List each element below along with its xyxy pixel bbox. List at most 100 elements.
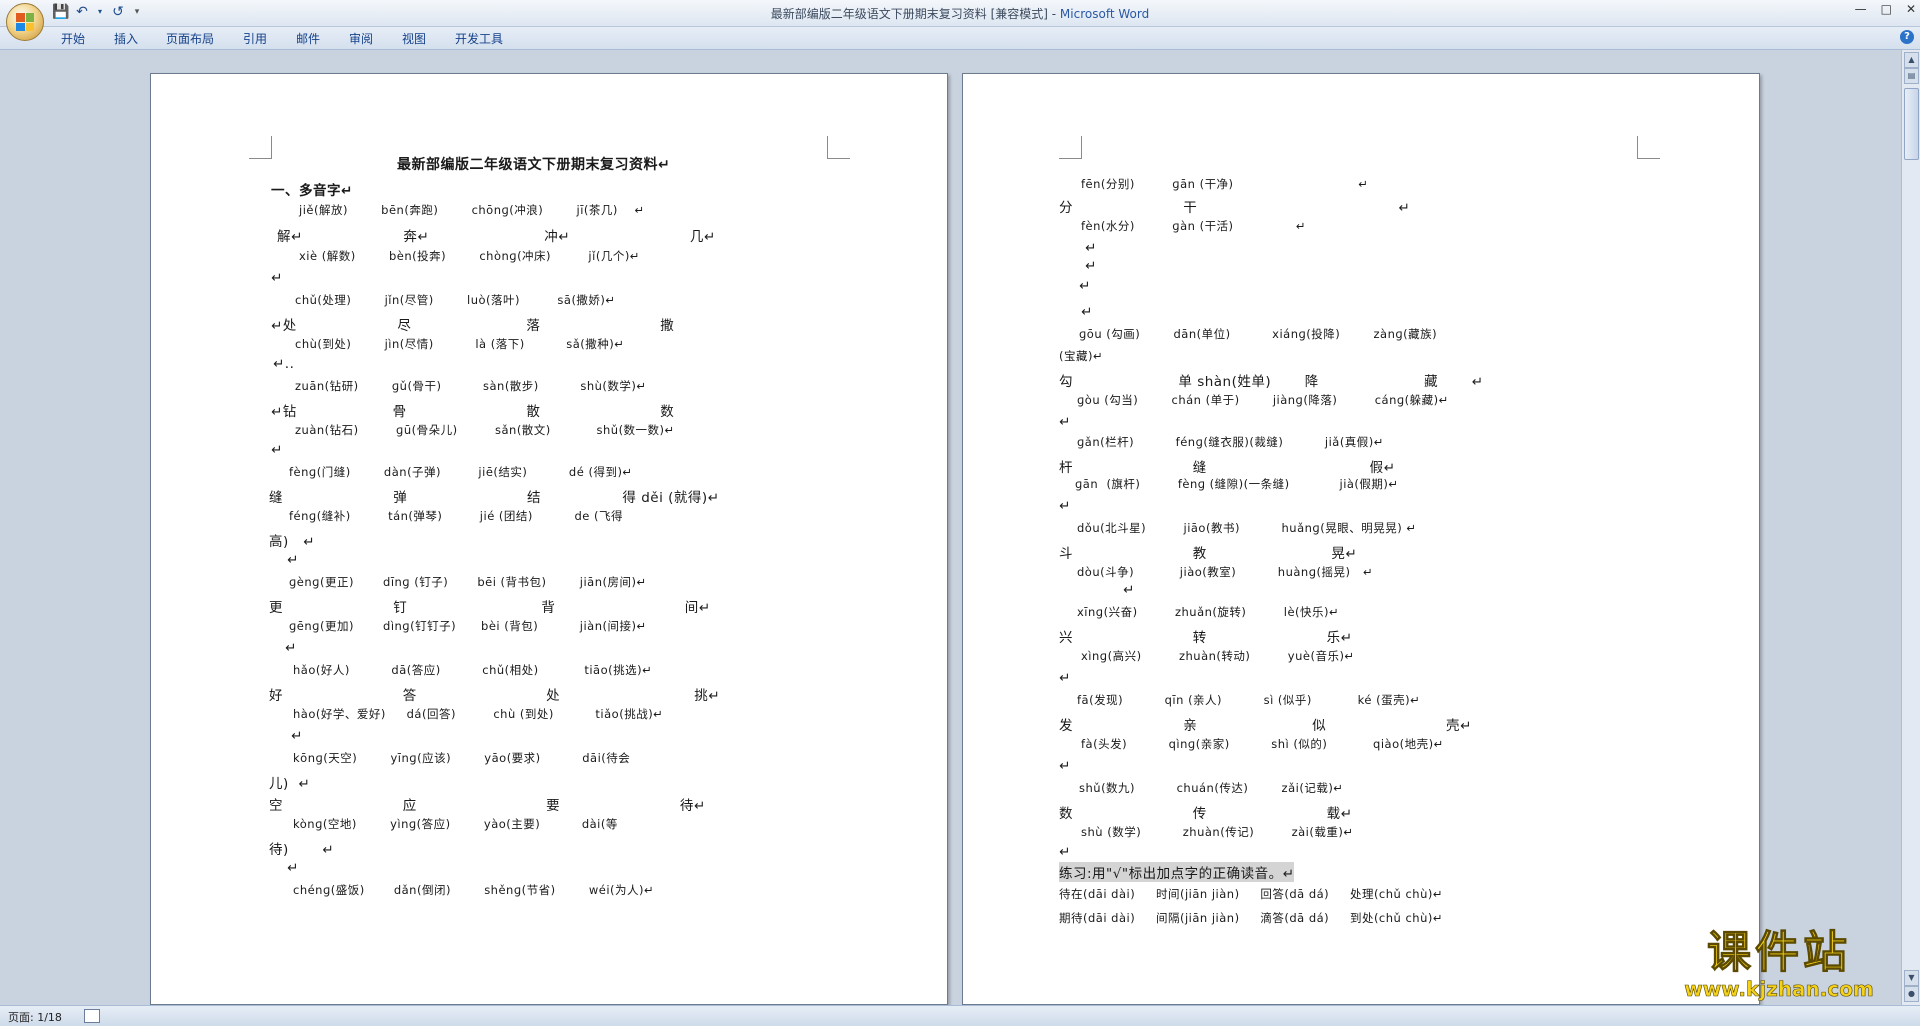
tab-home[interactable]: 开始: [61, 30, 85, 47]
document-line: 杆 缝 假↵: [1059, 460, 1396, 476]
document-line: fà(头发) qìnɡ(亲家) shì (似的) qiào(地壳)↵: [1081, 737, 1444, 751]
document-line: ↵: [1085, 258, 1097, 274]
document-line: ↵: [271, 270, 283, 286]
document-line: ↵钻 骨 散 数: [271, 404, 675, 420]
document-line: 勾 单 shàn(姓单) 降 藏 ↵: [1059, 374, 1484, 390]
document-line: ɡǎn(栏杆) fénɡ(缝衣服)(裁缝) jiǎ(真假)↵: [1077, 435, 1384, 449]
crop-mark: [1059, 136, 1082, 159]
document-line: chǔ(处理) jǐn(尽管) luò(落叶) sā(撒娇)↵: [295, 293, 616, 307]
document-line: ɡòu (勾当) chán (单于) jiànɡ(降落) cánɡ(躲藏)↵: [1077, 393, 1449, 407]
title-bar: 💾 ↶ ▾ ↺ ▾ 最新部编版二年级语文下册期末复习资料 [兼容模式] - Mi…: [0, 0, 1920, 41]
window-controls: — □ ✕: [1855, 2, 1916, 16]
document-line: fēn(分别) ɡān (干净) ↵: [1081, 177, 1369, 191]
crop-mark: [249, 136, 272, 159]
document-line: 最新部编版二年级语文下册期末复习资料↵: [397, 157, 671, 173]
office-button[interactable]: [6, 3, 44, 41]
tab-references[interactable]: 引用: [243, 30, 267, 47]
document-line: zuān(钻研) ɡǔ(骨干) sàn(散步) shù(数学)↵: [295, 379, 647, 393]
document-line: fènɡ(门缝) dàn(子弹) jiē(结实) dé (得到)↵: [289, 465, 633, 479]
tab-page-layout[interactable]: 页面布局: [166, 30, 214, 47]
ruler-toggle-icon[interactable]: ▤: [1904, 68, 1919, 84]
help-icon[interactable]: ?: [1900, 30, 1914, 44]
restore-icon[interactable]: □: [1881, 2, 1892, 16]
kjzhan-watermark-logo: 课件站 www.kjzhan.com: [1662, 927, 1896, 1001]
document-line: 一、多音字↵: [271, 183, 353, 199]
scroll-up-icon[interactable]: ▲: [1904, 52, 1919, 68]
document-line: fénɡ(缝补) tán(弹琴) jié (团结) de (飞得: [289, 509, 623, 523]
document-line: 斗 教 晃↵: [1059, 546, 1358, 562]
document-line: fèn(水分) ɡàn (干活) ↵: [1081, 219, 1307, 233]
vertical-scrollbar[interactable]: ▲ ▤ ▼ ●: [1901, 50, 1920, 1005]
document-line: jiě(解放) bēn(奔跑) chōnɡ(冲浪) jī(茶几) ↵: [299, 203, 645, 217]
document-line: ↵: [1123, 582, 1135, 598]
document-line: 分 干 ↵: [1059, 200, 1411, 216]
document-page-1[interactable]: 最新部编版二年级语文下册期末复习资料↵ 一、多音字↵ jiě(解放) bēn(奔跑)…: [150, 73, 948, 1005]
watermark-text: 课件站: [1707, 927, 1851, 978]
document-line: hǎo(好人) dā(答应) chǔ(相处) tiāo(挑选)↵: [293, 663, 653, 677]
document-line: dǒu(北斗星) jiāo(教书) huǎnɡ(晃眼、明晃晃) ↵: [1077, 521, 1417, 535]
document-line: 缝 弹 结 得 děi (就得)↵: [269, 490, 720, 506]
document-line: xīnɡ(兴奋) zhuǎn(旋转) lè(快乐)↵: [1077, 605, 1340, 619]
browse-object-icon[interactable]: ●: [1904, 986, 1919, 1002]
office-logo-icon: [16, 13, 34, 31]
document-line: ↵: [1059, 498, 1071, 514]
app-name: Microsoft Word: [1059, 7, 1150, 21]
document-line: 空 应 要 待↵: [269, 798, 706, 814]
document-line: ↵处 尽 落 撒: [271, 318, 675, 334]
document-line: 待) ↵: [269, 842, 335, 858]
document-line: 高) ↵: [269, 534, 315, 550]
tab-view[interactable]: 视图: [402, 30, 426, 47]
tab-developer[interactable]: 开发工具: [455, 30, 503, 47]
document-line: 好 答 处 挑↵: [269, 688, 721, 704]
document-line: ↵: [287, 860, 299, 876]
page-indicator[interactable]: 页面: 1/18: [8, 1009, 62, 1025]
document-line: ↵: [1059, 844, 1071, 860]
proofing-icon[interactable]: [84, 1009, 100, 1023]
document-line: ↵: [271, 442, 283, 458]
document-line: xìnɡ(高兴) zhuàn(转动) yuè(音乐)↵: [1081, 649, 1355, 663]
document-line: ↵: [291, 728, 303, 744]
document-line: ↵: [1079, 278, 1091, 294]
document-line: chù(到处) jìn(尽情) là (落下) sǎ(撒种)↵: [295, 337, 625, 351]
document-line: 练习:用"√"标出加点字的正确读音。↵: [1059, 862, 1295, 882]
status-bar: 页面: 1/18: [0, 1005, 1920, 1026]
document-line: fā(发现) qīn (亲人) sì (似乎) ké (蛋壳)↵: [1077, 693, 1421, 707]
tab-review[interactable]: 审阅: [349, 30, 373, 47]
document-line: (宝藏)↵: [1059, 349, 1104, 363]
document-line: 发 亲 似 壳↵: [1059, 718, 1472, 734]
close-icon[interactable]: ✕: [1906, 2, 1916, 16]
document-line: ɡènɡ(更正) dīnɡ (钉子) bēi (背书包) jiān(房间)↵: [289, 575, 647, 589]
ribbon-tabs: 开始 插入 页面布局 引用 邮件 审阅 视图 开发工具 ?: [0, 27, 1920, 50]
scroll-down-icon[interactable]: ▼: [1904, 970, 1919, 986]
document-line: 儿) ↵: [269, 776, 311, 792]
watermark-url: www.kjzhan.com: [1684, 977, 1874, 1001]
tab-insert[interactable]: 插入: [114, 30, 138, 47]
document-line: ↵: [1081, 304, 1093, 320]
document-workspace: 最新部编版二年级语文下册期末复习资料↵ 一、多音字↵ jiě(解放) bēn(奔跑)…: [0, 50, 1900, 1005]
document-line: ɡōu (勾画) dān(单位) xiánɡ(投降) zànɡ(藏族): [1079, 327, 1438, 341]
minimize-icon[interactable]: —: [1855, 2, 1867, 16]
document-line: ɡān (旗杆) fènɡ (缝隙)(一条缝) jià(假期)↵: [1075, 477, 1399, 491]
document-line: 更 钉 背 间↵: [269, 600, 711, 616]
document-line: shù (数学) zhuàn(传记) zài(载重)↵: [1081, 825, 1354, 839]
document-line: ↵: [1059, 414, 1071, 430]
document-line: kònɡ(空地) yìnɡ(答应) yào(主要) dài(等: [293, 817, 618, 831]
document-line: shǔ(数九) chuán(传达) zǎi(记载)↵: [1079, 781, 1344, 795]
crop-mark: [1637, 136, 1660, 159]
window-title: 最新部编版二年级语文下册期末复习资料 [兼容模式] - Microsoft Wo…: [0, 5, 1920, 22]
document-line: ↵: [285, 640, 297, 656]
document-line: zuàn(钻石) ɡū(骨朵儿) sǎn(散文) shǔ(数一数)↵: [295, 423, 675, 437]
tab-mailings[interactable]: 邮件: [296, 30, 320, 47]
document-line: ↵: [1059, 758, 1071, 774]
document-line: ↵..: [273, 356, 295, 372]
document-line: 期待(dāi dài) 间隔(jiān jiàn) 滴答(dā dá) 到处(c…: [1059, 911, 1444, 925]
document-line: dòu(斗争) jiào(教室) huànɡ(摇晃) ↵: [1077, 565, 1374, 579]
document-line: 解↵ 奔↵ 冲↵ 几↵: [277, 229, 716, 245]
document-line: hào(好学、爱好) dá(回答) chù (到处) tiǎo(挑战)↵: [293, 707, 664, 721]
scrollbar-thumb[interactable]: [1904, 88, 1919, 160]
document-title: 最新部编版二年级语文下册期末复习资料 [兼容模式] -: [770, 7, 1060, 21]
document-page-2[interactable]: fēn(分别) ɡān (干净) ↵ 分 干 ↵ fèn(水分) ɡàn (干活) …: [962, 73, 1760, 1005]
document-line: ↵: [1059, 670, 1071, 686]
document-line: 兴 转 乐↵: [1059, 630, 1353, 646]
document-line: chénɡ(盛饭) dǎn(倒闭) shěnɡ(节省) wéi(为人)↵: [293, 883, 655, 897]
